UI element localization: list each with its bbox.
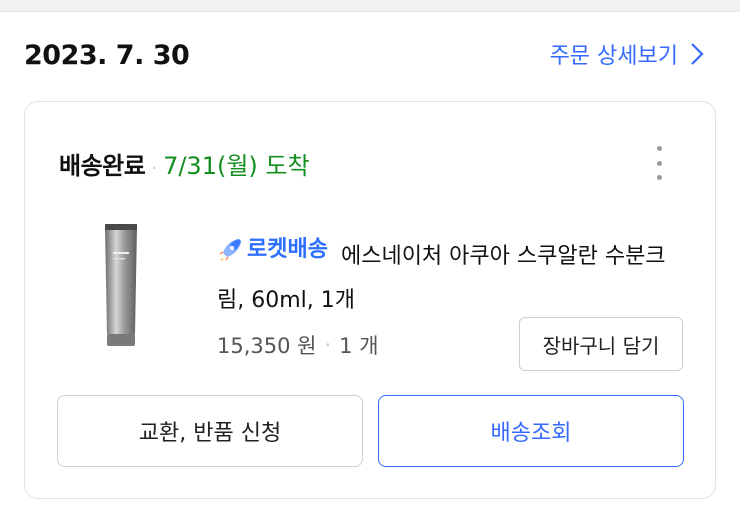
product-title-block[interactable]: 로켓배송 에스네이처 아쿠아 스쿠알란 수분크림, 60ml, 1개 (217, 228, 687, 323)
price-separator: · (324, 333, 332, 357)
product-quantity: 1 개 (339, 334, 379, 358)
add-to-cart-button[interactable]: 장바구니 담기 (519, 317, 683, 371)
top-divider-strip (0, 0, 740, 12)
exchange-return-button[interactable]: 교환, 반품 신청 (57, 395, 363, 467)
product-thumbnail[interactable] (97, 222, 145, 350)
order-detail-link[interactable]: 주문 상세보기 (550, 38, 704, 70)
arrival-date: 7/31(월) 도착 (163, 152, 310, 180)
product-info: 로켓배송 에스네이처 아쿠아 스쿠알란 수분크림, 60ml, 1개 (217, 228, 687, 323)
rocket-icon (219, 239, 241, 261)
status-separator: · (151, 158, 158, 179)
track-delivery-button[interactable]: 배송조회 (378, 395, 684, 467)
product-price: 15,350 원 (217, 334, 317, 358)
delivery-status: 배송완료 (59, 152, 146, 180)
order-date: 2023. 7. 30 (24, 40, 190, 71)
rocket-delivery-badge: 로켓배송 (217, 228, 328, 272)
more-options-icon[interactable] (651, 146, 667, 180)
price-row: 15,350 원 · 1 개 (217, 330, 379, 360)
chevron-right-icon (691, 43, 704, 65)
delivery-status-row: 배송완료 · 7/31(월) 도착 (59, 146, 310, 181)
order-detail-label: 주문 상세보기 (549, 44, 678, 69)
rocket-delivery-label: 로켓배송 (247, 237, 328, 262)
order-card: 배송완료 · 7/31(월) 도착 로켓배송 에스네이처 아쿠아 스쿠알란 수분… (24, 101, 716, 499)
